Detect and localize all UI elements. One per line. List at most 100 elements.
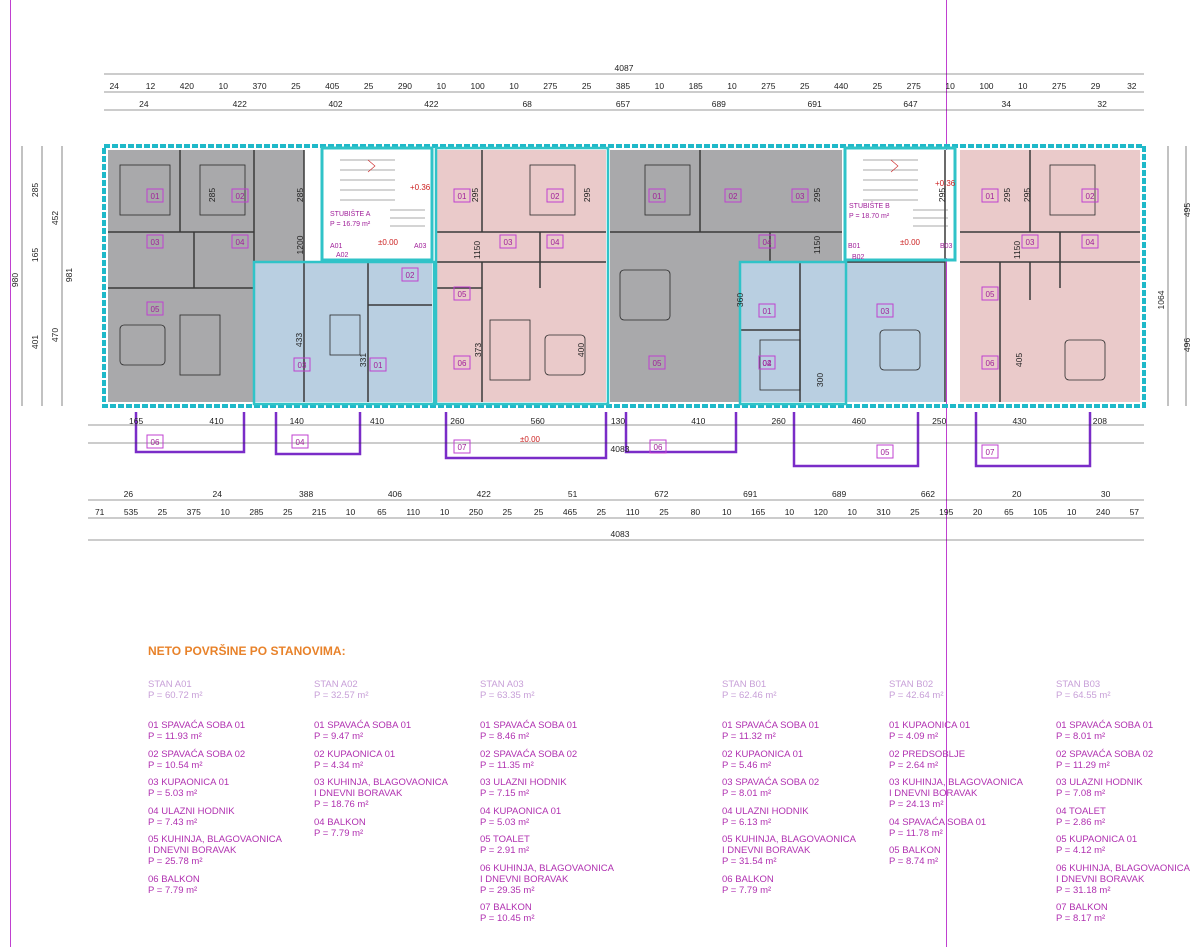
room-entry: 04 ULAZNI HODNIK P = 7.43 m² — [148, 806, 318, 828]
dim-bottom-row2: 65 — [377, 507, 387, 517]
room-tag-b01-04: 04 — [763, 238, 772, 247]
room-entry: 03 KUHINJA, BLAGOVAONICA I DNEVNI BORAVA… — [889, 777, 1059, 810]
dim-top-row3: 647 — [903, 99, 917, 109]
dim-top-row2: 385 — [616, 81, 630, 91]
room-tag-a01-03: 03 — [151, 238, 160, 247]
room-tag-a03-02: 02 — [551, 192, 560, 201]
bottom-dims-row1: 26 24 388 406 422 51 672 691 689 662 20 30 — [124, 489, 1111, 499]
dim-top-row2: 185 — [689, 81, 703, 91]
dim-total-top: 4087 — [615, 63, 634, 73]
dim-balcony: 430 — [1012, 416, 1026, 426]
room-dim-label: 285 — [207, 188, 217, 202]
room-area: P = 8.17 m² — [1056, 913, 1106, 924]
apartment-name: STAN B03 — [1056, 679, 1101, 690]
room-name: 02 PREDSOBLJE — [889, 748, 966, 760]
room-area: P = 11.32 m² — [722, 731, 776, 742]
room-area: P = 25.78 m² — [148, 856, 203, 867]
room-entry: 02 PREDSOBLJE P = 2.64 m² — [889, 749, 1059, 771]
room-tag-b03-07: 07 — [986, 448, 995, 457]
room-name: 06 BALKON — [722, 873, 774, 885]
apartment-total-area: P = 64.55 m² — [1056, 690, 1111, 701]
room-area: P = 6.13 m² — [722, 816, 772, 828]
room-name: 03 ULAZNI HODNIK — [1056, 777, 1143, 788]
dim-total-bottom: 4083 — [611, 529, 630, 539]
room-entry: 02 SPAVAĆA SOBA 02 P = 11.29 m² — [1056, 749, 1200, 771]
dim-top-row2: 25 — [873, 81, 883, 91]
room-name: 04 BALKON — [314, 816, 366, 828]
dim-bottom-row2: 25 — [503, 507, 513, 517]
room-dim-label: 1150 — [812, 236, 822, 255]
room-area: P = 4.09 m² — [889, 731, 939, 742]
room-tag-a03-05: 05 — [458, 290, 467, 299]
apartment-b02-fill — [740, 262, 945, 402]
dim-top-row2: 100 — [471, 81, 485, 91]
room-tag-a03-07: 07 — [458, 443, 467, 452]
room-entry: 07 BALKON P = 10.45 m² — [480, 902, 650, 924]
room-name: 01 SPAVAĆA SOBA 01 — [1056, 720, 1154, 731]
apartment-stan-a02: STAN A02 P = 32.57 m² 01 SPAVAĆA SOBA 01 P … — [314, 679, 484, 845]
room-entry: 01 SPAVAĆA SOBA 01 P = 11.32 m² — [722, 720, 892, 742]
dim-balcony: 560 — [531, 416, 545, 426]
stair-b-area: P = 18.70 m² — [849, 213, 890, 220]
room-name: 04 ULAZNI HODNIK — [148, 805, 235, 817]
room-tag-b01-02: 02 — [729, 192, 738, 201]
room-name: 02 KUPAONICA 01 — [722, 748, 804, 760]
bottom-dims-row3: 4083 — [611, 529, 630, 539]
dim-bottom-row2: 71 — [95, 507, 105, 517]
dim-bottom-row2: 25 — [283, 507, 293, 517]
room-entry: 05 BALKON P = 8.74 m² — [889, 845, 1059, 867]
floor-plan: 4087 24 12 420 10 370 25 405 25 290 10 100 10 275 25 3… — [10, 63, 1192, 541]
room-area: P = 8.74 m² — [889, 856, 939, 867]
apartment-name: STAN B01 — [722, 679, 767, 690]
dim-bottom-row1: 662 — [921, 489, 935, 499]
stair-b-code-b02: B02 — [852, 254, 865, 261]
room-entry: 04 TOALET P = 2.86 m² — [1056, 806, 1200, 828]
room-area: P = 8.46 m² — [480, 731, 530, 742]
dim-top-row3: 402 — [328, 99, 342, 109]
dim-top-row3: 68 — [522, 99, 532, 109]
room-area: P = 10.54 m² — [148, 759, 203, 771]
dim-balcony: 260 — [450, 416, 464, 426]
dim-bottom-row2: 535 — [124, 507, 138, 517]
room-area: P = 11.29 m² — [1056, 759, 1110, 771]
room-name: 06 KUHINJA, BLAGOVAONICA I DNEVNI BORAVA… — [480, 862, 614, 885]
room-tag-a03-03: 03 — [504, 238, 513, 247]
room-name: 03 KUPAONICA 01 — [148, 777, 230, 788]
apartment-header: STAN A03 P = 63.35 m² — [480, 679, 650, 701]
dim-left-165: 165 — [30, 248, 40, 262]
dim-bottom-row2: 165 — [751, 507, 765, 517]
room-dim-label: 295 — [470, 188, 480, 202]
stair-a-area: P = 16.79 m² — [330, 221, 371, 228]
dim-bottom-row1: 20 — [1012, 489, 1022, 499]
room-name: 07 BALKON — [1056, 902, 1108, 913]
room-name: 06 BALKON — [148, 873, 200, 885]
room-name: 02 SPAVAĆA SOBA 02 — [480, 748, 578, 760]
room-entry: 05 TOALET P = 2.91 m² — [480, 834, 650, 856]
dim-balcony: 410 — [691, 416, 705, 426]
room-entry: 05 KUPAONICA 01 P = 4.12 m² — [1056, 834, 1200, 856]
room-dim-label: 360 — [735, 293, 745, 307]
room-dim-label: 405 — [1014, 353, 1024, 367]
dim-bottom-row2: 10 — [847, 507, 857, 517]
dim-top-row3: 34 — [1002, 99, 1012, 109]
room-tag-a02-01: 01 — [374, 361, 383, 370]
room-entry: 03 KUHINJA, BLAGOVAONICA I DNEVNI BORAVA… — [314, 777, 484, 810]
dim-top-row3: 691 — [808, 99, 822, 109]
room-name: 04 TOALET — [1056, 805, 1106, 817]
dim-left-452: 452 — [50, 211, 60, 225]
dim-bottom-row2: 10 — [1067, 507, 1077, 517]
dim-bottom-row2: 10 — [785, 507, 795, 517]
room-dim-label: 295 — [582, 188, 592, 202]
bottom-dims-row2: 71 535 25 375 10 285 25 215 10 65 110 10 250 25 25 465 2… — [95, 507, 1139, 517]
room-name: 02 SPAVAĆA SOBA 02 — [148, 748, 246, 760]
dim-bottom-row1: 51 — [568, 489, 578, 499]
dim-top-row2: 405 — [325, 81, 339, 91]
room-name: 05 KUHINJA, BLAGOVAONICA I DNEVNI BORAVA… — [722, 834, 856, 856]
dim-top-row2: 32 — [1127, 81, 1137, 91]
stair-a-fill — [322, 150, 430, 258]
stair-a-code-a02: A02 — [336, 252, 349, 259]
dim-top-row2: 370 — [252, 81, 266, 91]
room-tag-a01-02: 02 — [236, 192, 245, 201]
apartment-total-area: P = 60.72 m² — [148, 690, 203, 701]
stair-a-code-a01: A01 — [330, 243, 343, 250]
